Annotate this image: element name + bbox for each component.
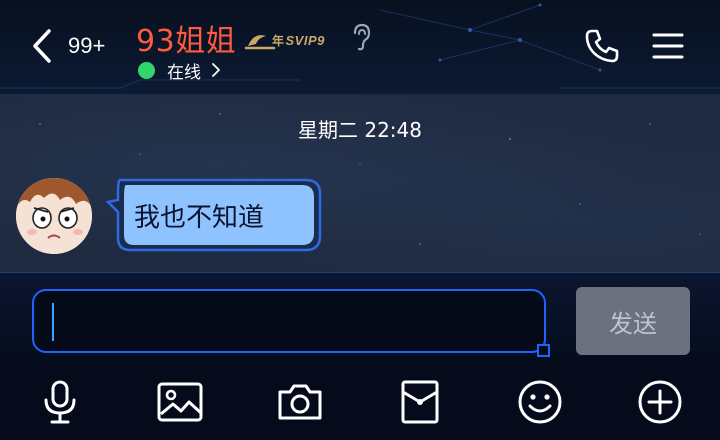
emoji-button[interactable] (516, 378, 564, 426)
text-caret (52, 303, 54, 341)
input-corner-decoration (537, 344, 550, 357)
emoji-icon (518, 380, 562, 424)
avatar-image (16, 178, 92, 254)
chat-header: 99+ 93姐姐 年SVIP9 在线 (0, 0, 720, 94)
voice-button[interactable] (36, 378, 84, 426)
microphone-icon (44, 380, 76, 424)
menu-button[interactable] (646, 26, 690, 66)
chat-area[interactable]: 星期二 22:48 我也不知道 (0, 94, 720, 272)
image-icon (157, 382, 203, 422)
phone-icon (585, 29, 619, 63)
back-arrow-icon (33, 29, 51, 63)
red-packet-button[interactable] (396, 378, 444, 426)
status-text: 在线 (167, 62, 201, 83)
vip-badge[interactable]: 年SVIP9 (244, 28, 340, 52)
camera-icon (278, 384, 322, 420)
message-text: 我也不知道 (134, 203, 265, 233)
back-button[interactable] (24, 24, 60, 68)
input-bar: 发送 (0, 272, 720, 362)
unread-count[interactable]: 99+ (68, 33, 105, 59)
image-button[interactable] (156, 378, 204, 426)
message-bubble[interactable]: 我也不知道 (106, 178, 322, 252)
call-button[interactable] (580, 24, 624, 68)
chevron-right-icon (212, 63, 220, 77)
bottom-toolbar (0, 362, 720, 440)
menu-icon (652, 33, 684, 59)
online-status[interactable]: 在线 (138, 58, 221, 83)
message-timestamp: 星期二 22:48 (298, 118, 422, 142)
plus-icon (638, 380, 682, 424)
red-packet-icon (401, 380, 439, 424)
message-input[interactable] (32, 289, 550, 357)
hearing-icon[interactable] (350, 22, 374, 52)
online-dot (138, 61, 155, 79)
vip-crown-icon (244, 35, 276, 50)
camera-button[interactable] (276, 378, 324, 426)
contact-avatar[interactable] (16, 178, 92, 254)
more-button[interactable] (636, 378, 684, 426)
send-button[interactable]: 发送 (576, 287, 690, 355)
contact-name[interactable]: 93姐姐 (136, 16, 236, 60)
